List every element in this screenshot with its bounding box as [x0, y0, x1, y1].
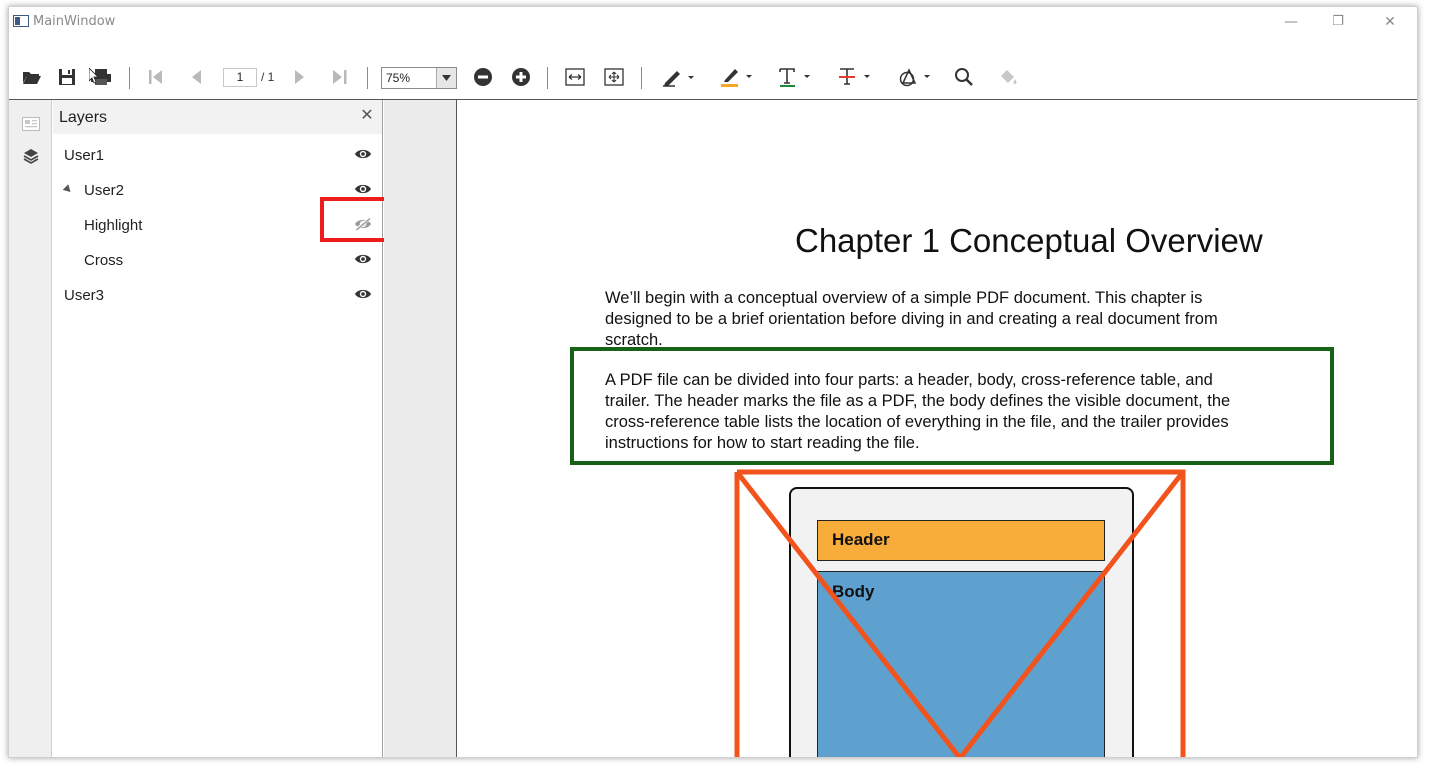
zoom-value: 75% — [386, 71, 411, 85]
document-page: Chapter 1 Conceptual Overview We’ll begi… — [456, 100, 1417, 757]
eye-icon[interactable] — [354, 182, 372, 198]
page-number-input[interactable]: 1 — [223, 68, 257, 87]
fit-width-icon[interactable] — [562, 65, 588, 89]
open-icon[interactable] — [19, 65, 45, 89]
first-page-icon[interactable] — [143, 65, 169, 89]
zoom-in-icon[interactable] — [508, 65, 534, 89]
layer-row-user1[interactable]: User1 — [53, 138, 382, 173]
thumbnails-icon[interactable] — [21, 114, 41, 134]
fit-page-icon[interactable] — [601, 65, 627, 89]
fill-icon[interactable] — [995, 65, 1021, 89]
layer-row-cross[interactable]: Cross — [53, 243, 382, 278]
app-icon — [13, 15, 29, 27]
layer-row-user3[interactable]: User3 — [53, 278, 382, 313]
layers-title: Layers — [59, 109, 108, 126]
toolbar-separator — [129, 67, 130, 89]
eye-icon[interactable] — [354, 252, 372, 268]
prev-page-icon[interactable] — [183, 65, 209, 89]
minimize-button[interactable]: — — [1276, 11, 1306, 33]
print-icon[interactable] — [88, 65, 114, 89]
save-icon[interactable] — [54, 65, 80, 89]
last-page-icon[interactable] — [327, 65, 353, 89]
zoom-out-icon[interactable] — [470, 65, 496, 89]
layers-header: Layers ✕ — [53, 100, 382, 134]
layer-label: User1 — [64, 147, 105, 164]
chevron-down-icon[interactable] — [436, 68, 456, 88]
zoom-select[interactable]: 75% — [381, 67, 457, 89]
page-total: / 1 — [261, 70, 275, 84]
layers-icon[interactable] — [21, 146, 41, 166]
strikethrough-icon[interactable] — [835, 65, 875, 89]
toolbar-separator — [641, 67, 642, 89]
toolbar-separator — [367, 67, 368, 89]
eye-icon[interactable] — [354, 147, 372, 163]
title-bar: MainWindow — ❐ ✕ — [9, 7, 1417, 37]
close-button[interactable]: ✕ — [1375, 11, 1405, 33]
expand-arrow-icon[interactable] — [62, 184, 74, 195]
window-title: MainWindow — [33, 14, 116, 29]
eye-icon[interactable] — [354, 287, 372, 303]
highlighter-icon[interactable] — [717, 65, 757, 89]
text-icon[interactable] — [775, 65, 815, 89]
close-icon[interactable]: ✕ — [358, 106, 376, 124]
toolbar: 1 / 1 75% — [9, 59, 1417, 95]
main-window: MainWindow — ❐ ✕ 1 / 1 75% Layers ✕ User… — [8, 6, 1418, 758]
cross-annotation — [734, 469, 1186, 757]
layer-label: Highlight — [84, 217, 143, 234]
search-icon[interactable] — [951, 65, 977, 89]
next-page-icon[interactable] — [287, 65, 313, 89]
pen-icon[interactable] — [659, 65, 699, 89]
side-strip — [9, 100, 52, 757]
restore-button[interactable]: ❐ — [1323, 11, 1353, 33]
viewer-background — [384, 100, 456, 757]
layer-label: User3 — [64, 287, 105, 304]
toolbar-separator — [547, 67, 548, 89]
layer-label: User2 — [84, 182, 125, 199]
layer-label: Cross — [84, 252, 124, 269]
shape-icon[interactable] — [895, 65, 935, 89]
